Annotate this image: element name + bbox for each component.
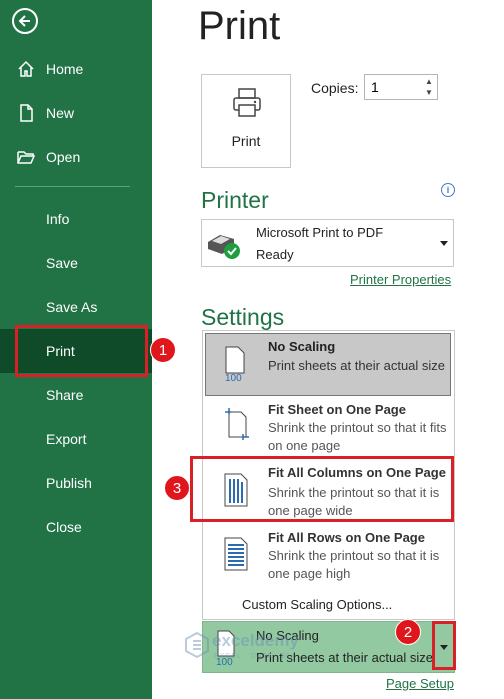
increment-icon[interactable]: ▲ [423, 76, 435, 87]
copies-stepper[interactable]: ▲ ▼ [364, 74, 438, 100]
sidebar-item-label: Publish [46, 475, 92, 491]
print-button[interactable]: Print [201, 74, 291, 168]
fit-rows-icon [224, 537, 248, 571]
printer-select[interactable]: Microsoft Print to PDF Ready [201, 219, 454, 267]
settings-heading: Settings [201, 304, 285, 330]
printer-icon [233, 88, 261, 117]
printer-ready-icon [208, 235, 240, 259]
printer-name: Microsoft Print to PDF [256, 225, 384, 240]
sidebar-item-save[interactable]: Save [0, 241, 152, 285]
exceldemy-logo-icon [185, 632, 209, 658]
sidebar-item-label: Info [46, 211, 70, 227]
sidebar-item-label: Close [46, 519, 82, 535]
highlight-box-print [15, 325, 148, 377]
printer-status: Ready [256, 247, 294, 262]
sidebar-item-label: Home [46, 61, 84, 77]
sidebar-item-info[interactable]: Info [0, 197, 152, 241]
svg-text:100: 100 [225, 373, 242, 382]
printer-properties-link[interactable]: Printer Properties [350, 272, 451, 287]
step-badge-3: 3 [164, 475, 190, 501]
sidebar-item-home[interactable]: Home [0, 47, 152, 91]
fit-sheet-icon [225, 408, 249, 440]
sidebar-item-label: Open [46, 149, 81, 165]
copies-label: Copies: [311, 80, 359, 96]
sidebar-item-new[interactable]: New [0, 91, 152, 135]
sidebar-item-label: New [46, 105, 75, 121]
info-icon[interactable]: i [441, 183, 455, 197]
option-title: No Scaling [268, 339, 336, 354]
back-arrow-icon[interactable] [12, 8, 38, 34]
sidebar-item-label: Share [46, 387, 84, 403]
copies-input[interactable] [371, 78, 415, 96]
page-title: Print [198, 4, 281, 48]
page-setup-link[interactable]: Page Setup [386, 676, 454, 691]
folder-open-icon [17, 151, 35, 164]
sidebar-item-publish[interactable]: Publish [0, 461, 152, 505]
sidebar-item-label: Save As [46, 299, 98, 315]
sidebar-item-share[interactable]: Share [0, 373, 152, 417]
option-desc: Print sheets at their actual size [268, 358, 446, 373]
watermark-name: exceldemy [212, 631, 299, 650]
step-badge-2: 2 [395, 619, 421, 645]
highlight-box-fit-columns [190, 456, 454, 522]
sidebar-item-label: Save [46, 255, 78, 271]
sidebar-item-close[interactable]: Close [0, 505, 152, 549]
scaling-option-no-scaling[interactable]: 100 No Scaling Print sheets at their act… [205, 333, 451, 396]
exceldemy-watermark: exceldemy EXCEL · DATA · BI [180, 628, 330, 668]
no-scaling-icon: 100 [225, 346, 245, 382]
sidebar-item-label: Export [46, 431, 87, 447]
option-desc: Shrink the printout so that it is one pa… [268, 548, 440, 581]
sidebar-item-export[interactable]: Export [0, 417, 152, 461]
print-button-label: Print [231, 133, 261, 149]
scaling-option-fit-all-rows[interactable]: Fit All Rows on One Page Shrink the prin… [202, 525, 453, 587]
decrement-icon[interactable]: ▼ [423, 87, 435, 98]
option-title: Fit Sheet on One Page [268, 402, 406, 417]
option-title: Fit All Rows on One Page [268, 530, 425, 545]
sidebar-item-save-as[interactable]: Save As [0, 285, 152, 329]
step-badge-1: 1 [150, 337, 176, 363]
option-desc: Shrink the printout so that it fits on o… [268, 420, 447, 453]
sidebar-divider [15, 186, 130, 187]
printer-heading: Printer [201, 187, 269, 213]
highlight-box-dropdown-arrow [432, 621, 456, 670]
scaling-option-fit-sheet[interactable]: Fit Sheet on One Page Shrink the printou… [202, 397, 453, 459]
watermark-tagline: EXCEL · DATA · BI [214, 653, 290, 660]
custom-scaling-options[interactable]: Custom Scaling Options... [242, 597, 392, 612]
new-document-icon [20, 104, 33, 122]
chevron-down-icon [440, 241, 448, 246]
home-icon [18, 60, 34, 77]
sidebar-item-open[interactable]: Open [0, 135, 152, 179]
